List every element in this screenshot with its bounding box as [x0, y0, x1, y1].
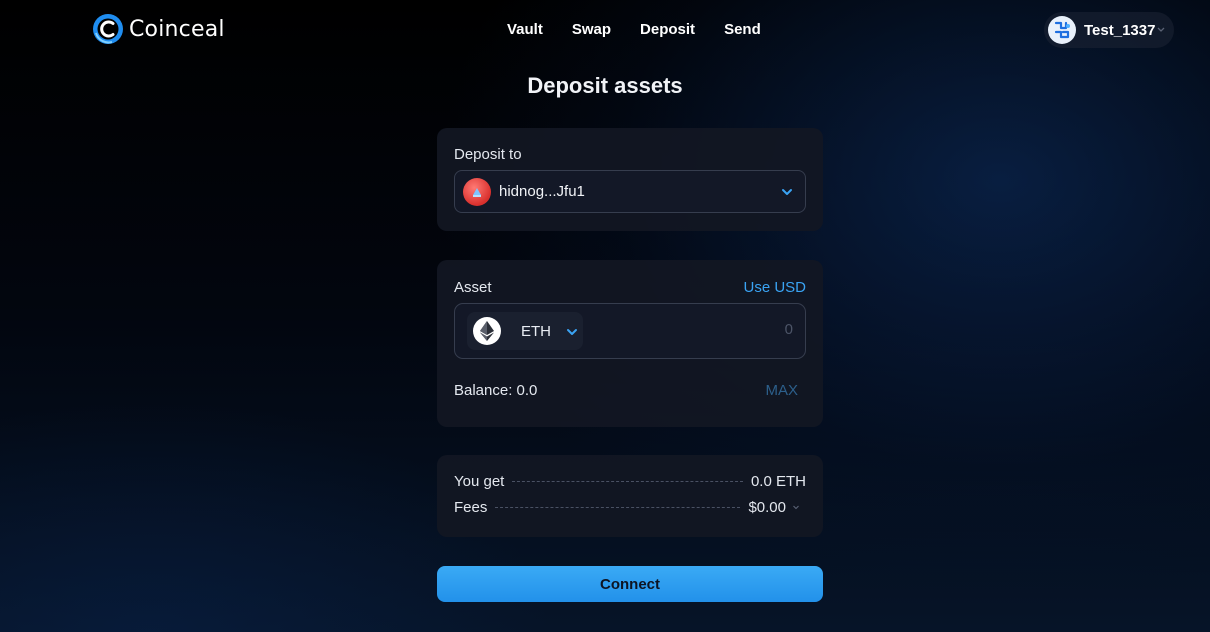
chevron-down-icon	[782, 189, 792, 195]
fees-value: $0.00	[748, 498, 786, 516]
fees-row[interactable]: Fees $0.00	[454, 497, 806, 517]
asset-label: Asset	[454, 279, 492, 296]
connect-button[interactable]: Connect	[437, 566, 823, 602]
deposit-to-label: Deposit to	[454, 146, 522, 163]
you-get-value: 0.0 ETH	[750, 472, 806, 490]
coinceal-logo-icon	[93, 14, 123, 44]
account-icon	[463, 178, 491, 206]
asset-selector-button[interactable]: ETH	[467, 312, 583, 350]
summary-card: You get 0.0 ETH Fees $0.00	[437, 455, 823, 537]
amount-field: ETH	[454, 303, 806, 359]
account-name: hidnog...Jfu1	[499, 183, 585, 200]
account-select[interactable]: hidnog...Jfu1	[454, 170, 806, 213]
user-menu-button[interactable]: Test_1337	[1044, 12, 1174, 48]
main-nav: Vault Swap Deposit Send	[507, 21, 790, 38]
use-usd-link[interactable]: Use USD	[743, 279, 806, 296]
you-get-row: You get 0.0 ETH	[454, 471, 806, 491]
asset-card: Asset Use USD ETH Balance: 0.0 MAX	[437, 260, 823, 427]
chevron-down-icon	[1157, 27, 1165, 32]
top-bar: Coinceal Vault Swap Deposit Send Test_13…	[0, 0, 1210, 60]
chevron-down-icon	[793, 505, 799, 510]
asset-symbol: ETH	[521, 323, 551, 340]
ethereum-icon	[473, 317, 501, 345]
balance-text: Balance: 0.0	[454, 382, 538, 399]
amount-input[interactable]	[673, 321, 793, 338]
page-title: Deposit assets	[527, 73, 683, 98]
brand-name: Coinceal	[129, 16, 225, 42]
nav-swap[interactable]: Swap	[572, 21, 611, 38]
nav-deposit[interactable]: Deposit	[640, 21, 695, 38]
deposit-to-card: Deposit to hidnog...Jfu1	[437, 128, 823, 231]
user-avatar-icon	[1048, 16, 1076, 44]
user-name: Test_1337	[1084, 21, 1156, 39]
you-get-label: You get	[454, 472, 505, 490]
max-button[interactable]: MAX	[765, 382, 798, 399]
fees-label: Fees	[454, 498, 488, 516]
brand-logo[interactable]: Coinceal	[92, 13, 225, 45]
dotted-divider	[512, 480, 743, 482]
nav-vault[interactable]: Vault	[507, 21, 543, 38]
dotted-divider	[495, 506, 741, 508]
nav-send[interactable]: Send	[724, 21, 761, 38]
chevron-down-icon	[567, 329, 577, 335]
